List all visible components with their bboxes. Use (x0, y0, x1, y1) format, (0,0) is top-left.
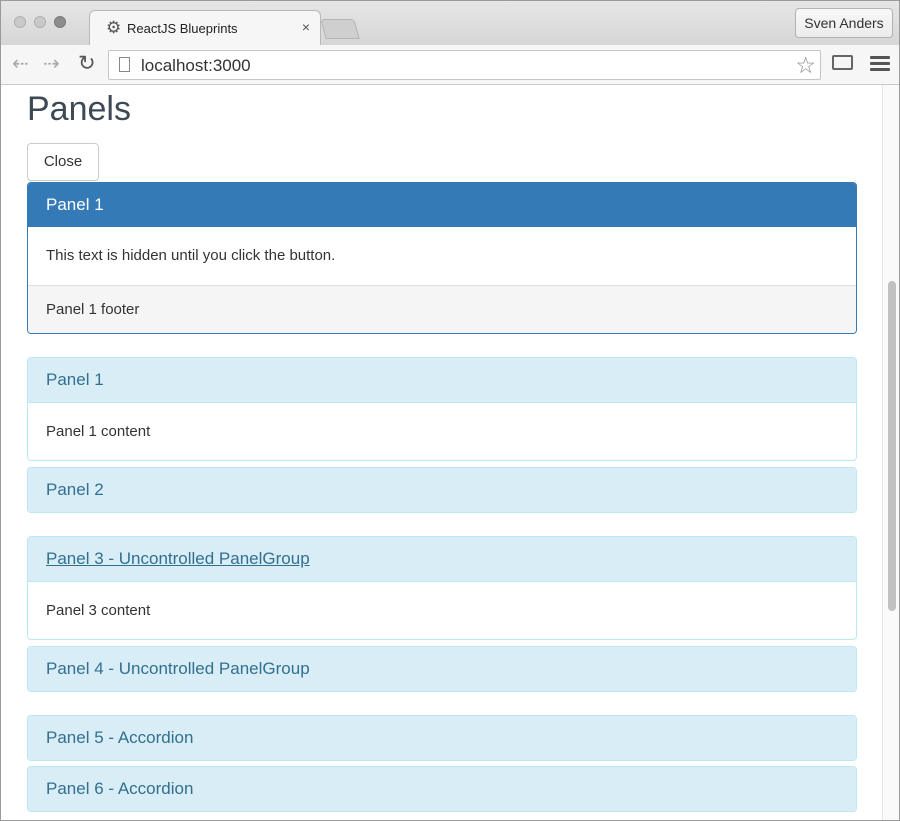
page-title: Panels (27, 90, 131, 128)
reload-icon[interactable]: ↻ (78, 53, 96, 75)
close-button[interactable]: Close (27, 143, 99, 181)
minimize-window-button[interactable] (34, 16, 46, 28)
accordion-panel-5: Panel 5 - Accordion (27, 715, 857, 761)
panel-footer: Panel 1 footer (28, 285, 856, 333)
panel-heading[interactable]: Panel 2 (28, 468, 856, 512)
accordion-panel-6: Panel 6 - Accordion (27, 766, 857, 812)
panel-body: Panel 1 content (28, 402, 856, 460)
tab-title: ReactJS Blueprints (127, 21, 238, 36)
url-text: localhost:3000 (141, 56, 251, 75)
group-panel-2: Panel 2 (27, 467, 857, 513)
panel-heading[interactable]: Panel 5 - Accordion (28, 716, 856, 760)
panel-heading[interactable]: Panel 1 (28, 358, 856, 402)
panel-heading[interactable]: Panel 6 - Accordion (28, 767, 856, 811)
bookmark-star-icon[interactable]: ☆ (795, 52, 816, 78)
back-arrow-icon[interactable]: ⇠ (12, 53, 29, 75)
panel-heading-link[interactable]: Panel 3 - Uncontrolled PanelGroup (28, 537, 856, 581)
close-tab-icon[interactable]: × (302, 19, 310, 35)
panel-body: Panel 3 content (28, 581, 856, 639)
browser-toolbar: ⇠ ⇢ ↻ localhost:3000 ☆ (1, 45, 899, 85)
forward-arrow-icon[interactable]: ⇢ (43, 53, 60, 75)
primary-panel: Panel 1 This text is hidden until you cl… (27, 182, 857, 334)
zoom-window-button[interactable] (54, 16, 66, 28)
group-panel-3: Panel 3 - Uncontrolled PanelGroup Panel … (27, 536, 857, 640)
vertical-scrollbar[interactable] (882, 85, 899, 820)
gear-icon: ⚙ (106, 18, 122, 37)
panel-heading[interactable]: Panel 4 - Uncontrolled PanelGroup (28, 647, 856, 691)
address-bar[interactable]: localhost:3000 ☆ (108, 50, 821, 80)
page-content: Panels Close Panel 1 This text is hidden… (1, 85, 882, 820)
scrollbar-thumb[interactable] (888, 281, 896, 611)
close-window-button[interactable] (14, 16, 26, 28)
group-panel-1: Panel 1 Panel 1 content (27, 357, 857, 461)
panel-body: This text is hidden until you click the … (46, 247, 336, 264)
tab-strip: ⚙ ReactJS Blueprints × Sven Anders (1, 1, 899, 46)
panel-heading: Panel 1 (28, 183, 856, 227)
group-panel-4: Panel 4 - Uncontrolled PanelGroup (27, 646, 857, 692)
browser-tab[interactable]: ⚙ ReactJS Blueprints × (89, 10, 321, 46)
browser-window: ⚙ ReactJS Blueprints × Sven Anders ⇠ ⇢ ↻… (0, 0, 900, 821)
new-tab-button[interactable] (320, 19, 360, 39)
menu-icon[interactable] (870, 56, 890, 74)
page-icon (119, 57, 130, 72)
profile-button[interactable]: Sven Anders (795, 8, 893, 38)
cast-icon[interactable] (832, 55, 853, 70)
